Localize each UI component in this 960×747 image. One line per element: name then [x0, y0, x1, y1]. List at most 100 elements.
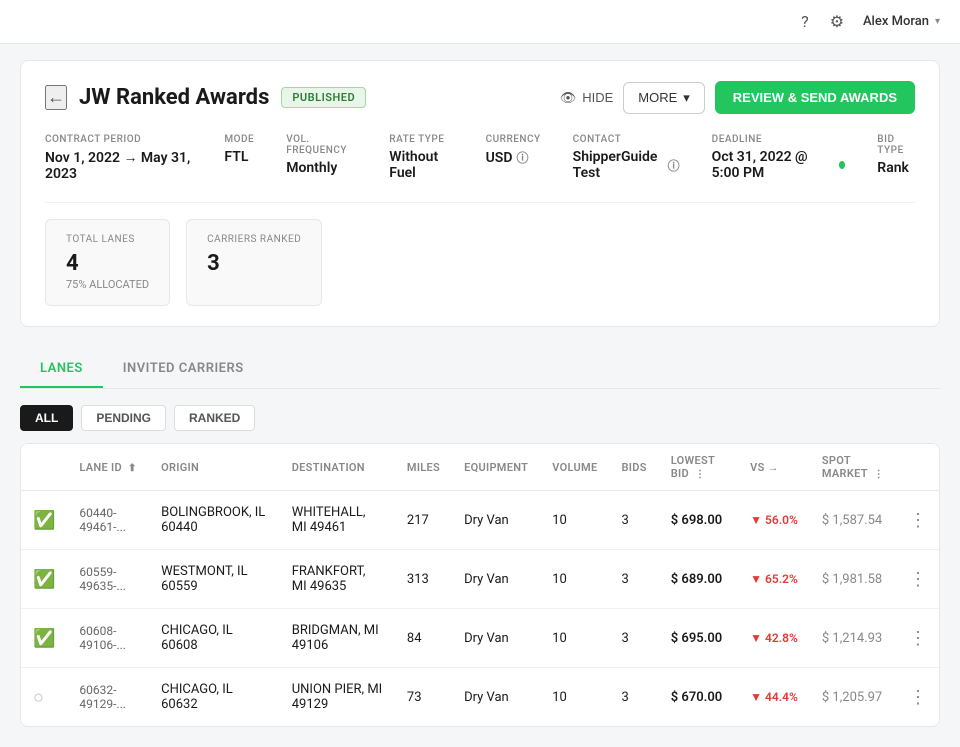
row-miles: 217 — [395, 491, 452, 550]
pending-icon: ○ — [33, 687, 44, 708]
vs-value: ▼ 42.8% — [750, 631, 798, 645]
spot-market-sort-icon: ⋮ — [874, 469, 884, 480]
meta-bid-type: BID TYPE Rank — [877, 134, 915, 176]
ranked-icon: ✅ — [33, 628, 55, 649]
row-actions-menu[interactable]: ⋮ — [897, 550, 939, 609]
currency-info-icon[interactable]: ⓘ — [516, 149, 528, 166]
meta-row: CONTRACT PERIOD Nov 1, 2022 → May 31, 20… — [45, 134, 915, 182]
row-lane-id: 60440-49461-... — [67, 491, 149, 550]
settings-icon[interactable]: ⚙ — [827, 12, 847, 32]
meta-mode: MODE FTL — [224, 134, 254, 165]
lanes-table: LANE ID ⬆ ORIGIN DESTINATION MILES EQUIP… — [20, 443, 940, 727]
row-bids: 3 — [610, 609, 659, 668]
ellipsis-menu-icon[interactable]: ⋮ — [909, 510, 927, 531]
tabs: LANES INVITED CARRIERS — [20, 351, 940, 388]
filter-pending[interactable]: PENDING — [81, 405, 166, 431]
vs-value: ▼ 65.2% — [750, 572, 798, 586]
meta-currency: CURRENCY USD ⓘ — [486, 134, 541, 166]
more-button[interactable]: MORE ▾ — [623, 82, 705, 114]
stats-row: TOTAL LANES 4 75% ALLOCATED CARRIERS RAN… — [45, 202, 915, 306]
row-bids: 3 — [610, 491, 659, 550]
header-actions: 👁 HIDE MORE ▾ REVIEW & SEND AWARDS — [560, 81, 915, 114]
back-button[interactable]: ← — [45, 85, 67, 110]
vs-arrow-down-icon: ▼ — [750, 631, 762, 645]
row-actions-menu[interactable]: ⋮ — [897, 609, 939, 668]
row-vs: ▼ 44.4% — [738, 668, 810, 727]
row-vs: ▼ 42.8% — [738, 609, 810, 668]
page-header-card: ← JW Ranked Awards PUBLISHED 👁 HIDE MORE… — [20, 60, 940, 327]
contact-info-icon[interactable]: ⓘ — [668, 157, 680, 174]
hide-icon: 👁 — [560, 90, 577, 106]
col-menu — [897, 444, 939, 491]
row-destination: WHITEHALL, MI 49461 — [280, 491, 395, 550]
row-volume: 10 — [540, 668, 609, 727]
vs-arrow-down-icon: ▼ — [750, 513, 762, 527]
vs-value: ▼ 56.0% — [750, 513, 798, 527]
row-spot-market: $ 1,981.58 — [810, 550, 897, 609]
tab-lanes[interactable]: LANES — [20, 351, 103, 388]
vs-arrow-down-icon: ▼ — [750, 572, 762, 586]
row-status-cell: ✅ — [21, 550, 67, 609]
row-miles: 313 — [395, 550, 452, 609]
col-vs: VS → — [738, 444, 810, 491]
col-lowest-bid[interactable]: LOWEST BID ⋮ — [659, 444, 738, 491]
ellipsis-menu-icon[interactable]: ⋮ — [909, 569, 927, 590]
top-navigation: ? ⚙ Alex Moran ▾ — [0, 0, 960, 44]
row-origin: CHICAGO, IL 60608 — [149, 609, 280, 668]
row-lane-id: 60632-49129-... — [67, 668, 149, 727]
row-equipment: Dry Van — [452, 668, 540, 727]
chevron-down-icon: ▾ — [683, 90, 690, 106]
help-icon[interactable]: ? — [795, 12, 815, 32]
table-body: ✅ 60440-49461-... BOLINGBROOK, IL 60440 … — [21, 491, 939, 727]
col-status — [21, 444, 67, 491]
table-row: ✅ 60608-49106-... CHICAGO, IL 60608 BRID… — [21, 609, 939, 668]
row-status-cell: ✅ — [21, 491, 67, 550]
header-left: ← JW Ranked Awards PUBLISHED — [45, 85, 366, 110]
row-miles: 73 — [395, 668, 452, 727]
row-lane-id: 60559-49635-... — [67, 550, 149, 609]
row-equipment: Dry Van — [452, 550, 540, 609]
row-origin: BOLINGBROOK, IL 60440 — [149, 491, 280, 550]
row-destination: BRIDGMAN, MI 49106 — [280, 609, 395, 668]
col-equipment: EQUIPMENT — [452, 444, 540, 491]
nav-icons: ? ⚙ — [795, 12, 847, 32]
sort-icon: ⬆ — [128, 463, 137, 474]
filter-ranked[interactable]: RANKED — [174, 405, 255, 431]
row-status-cell: ✅ — [21, 609, 67, 668]
user-name: Alex Moran — [863, 14, 929, 29]
filter-row: ALL PENDING RANKED — [20, 405, 940, 431]
row-destination: UNION PIER, MI 49129 — [280, 668, 395, 727]
row-bids: 3 — [610, 550, 659, 609]
row-bids: 3 — [610, 668, 659, 727]
row-volume: 10 — [540, 491, 609, 550]
row-status-cell: ○ — [21, 668, 67, 727]
col-lane-id[interactable]: LANE ID ⬆ — [67, 444, 149, 491]
table-row: ✅ 60559-49635-... WESTMONT, IL 60559 FRA… — [21, 550, 939, 609]
row-actions-menu[interactable]: ⋮ — [897, 668, 939, 727]
tab-invited-carriers[interactable]: INVITED CARRIERS — [103, 351, 264, 388]
review-send-button[interactable]: REVIEW & SEND AWARDS — [715, 81, 915, 114]
row-origin: WESTMONT, IL 60559 — [149, 550, 280, 609]
hide-button[interactable]: 👁 HIDE — [560, 90, 614, 106]
row-equipment: Dry Van — [452, 609, 540, 668]
ellipsis-menu-icon[interactable]: ⋮ — [909, 687, 927, 708]
meta-deadline: DEADLINE Oct 31, 2022 @ 5:00 PM — [712, 134, 846, 181]
row-actions-menu[interactable]: ⋮ — [897, 491, 939, 550]
row-volume: 10 — [540, 609, 609, 668]
col-spot-market[interactable]: SPOT MARKET ⋮ — [810, 444, 897, 491]
filter-all[interactable]: ALL — [20, 405, 73, 431]
meta-vol-frequency: VOL. FREQUENCY Monthly — [286, 134, 357, 176]
tabs-section: LANES INVITED CARRIERS — [20, 351, 940, 389]
user-menu[interactable]: Alex Moran ▾ — [863, 14, 940, 29]
deadline-status-dot — [839, 161, 845, 169]
col-bids: BIDS — [610, 444, 659, 491]
published-badge: PUBLISHED — [281, 87, 366, 108]
page-title: JW Ranked Awards — [79, 85, 269, 110]
chevron-down-icon: ▾ — [935, 16, 940, 27]
row-volume: 10 — [540, 550, 609, 609]
row-equipment: Dry Van — [452, 491, 540, 550]
meta-contract-period: CONTRACT PERIOD Nov 1, 2022 → May 31, 20… — [45, 134, 192, 182]
ellipsis-menu-icon[interactable]: ⋮ — [909, 628, 927, 649]
col-miles: MILES — [395, 444, 452, 491]
vs-value: ▼ 44.4% — [750, 690, 798, 704]
